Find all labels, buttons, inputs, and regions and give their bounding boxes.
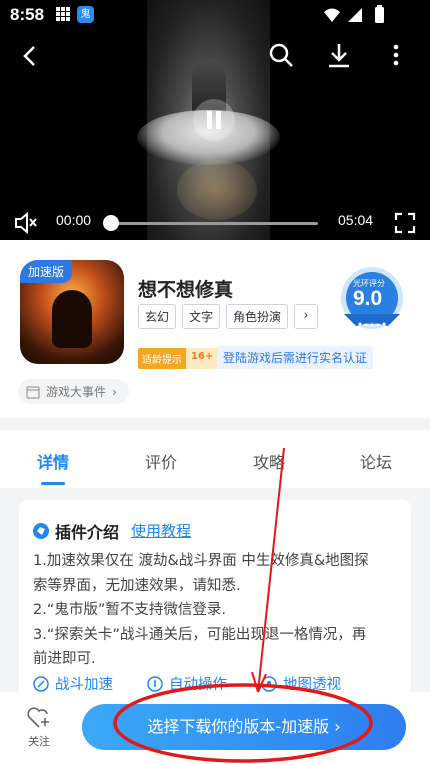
fullscreen-icon[interactable] bbox=[394, 212, 416, 234]
tags-more-chevron-icon[interactable]: › bbox=[294, 304, 319, 329]
app-icon-tag: 加速版 bbox=[20, 260, 73, 283]
rocket-icon bbox=[33, 675, 49, 692]
status-bar: 8:58 鬼 bbox=[0, 0, 430, 30]
hand-icon bbox=[147, 675, 163, 692]
status-time: 8:58 bbox=[10, 5, 45, 24]
app-icon-figure bbox=[52, 290, 92, 348]
pause-icon[interactable] bbox=[193, 99, 235, 141]
heart-plus-icon bbox=[27, 707, 49, 728]
plugin-intro-card: 插件介绍 使用教程 1.加速效果仅在 渡劫&战斗界面 中生效修真&地图探 索等界… bbox=[19, 500, 411, 700]
more-vertical-icon[interactable] bbox=[390, 43, 402, 67]
app-info-section: 加速版 想不想修真 玄幻 文字 角色扮演 › 适龄提示 16+ 登陆游戏后需进行… bbox=[0, 240, 430, 418]
plugin-description: 1.加速效果仅在 渡劫&战斗界面 中生效修真&地图探 索等界面，无加速效果，请知… bbox=[33, 549, 399, 672]
feature-label: 地图透视 bbox=[283, 677, 341, 693]
desc-line: 2.“鬼市版”暂不支持微信登录. bbox=[33, 602, 226, 618]
calendar-icon bbox=[26, 386, 40, 398]
tab-details[interactable]: 详情 bbox=[37, 449, 69, 473]
tag-item[interactable]: 角色扮演 bbox=[226, 304, 289, 329]
app-title: 想不想修真 bbox=[138, 279, 234, 301]
feature-label: 自动操作 bbox=[169, 677, 227, 693]
tab-guides[interactable]: 攻略 bbox=[253, 449, 285, 473]
game-events-button[interactable]: 游戏大事件 › bbox=[18, 379, 129, 404]
tag-item[interactable]: 文字 bbox=[182, 304, 221, 329]
tab-active-indicator bbox=[41, 482, 65, 485]
age-label: 适龄提示 bbox=[138, 348, 186, 369]
desc-line: 3.“探索关卡”战斗通关后，可能出现退一格情况，再 bbox=[33, 626, 367, 643]
plugin-features: 战斗加速 自动操作 地图透视 bbox=[33, 673, 341, 694]
back-arrow-icon[interactable] bbox=[18, 44, 42, 68]
bottom-action-bar: 关注 选择下载你的版本-加速版 › bbox=[0, 692, 430, 764]
search-icon[interactable] bbox=[268, 42, 294, 68]
feature-label: 战斗加速 bbox=[55, 677, 113, 693]
tutorial-link[interactable]: 使用教程 bbox=[131, 520, 191, 541]
tab-bar: 详情 评价 攻略 论坛 bbox=[0, 430, 430, 488]
tab-reviews[interactable]: 评价 bbox=[145, 449, 177, 473]
app-tags: 玄幻 文字 角色扮演 › bbox=[138, 304, 319, 329]
feature-map-reveal[interactable]: 地图透视 bbox=[261, 673, 341, 694]
desc-line: 索等界面，无加速效果，请知悉. bbox=[33, 577, 241, 594]
video-progress-track[interactable] bbox=[110, 222, 318, 225]
download-version-button[interactable]: 选择下载你的版本-加速版 › bbox=[82, 704, 406, 750]
feature-auto-operate[interactable]: 自动操作 bbox=[147, 673, 227, 694]
desc-line: 1.加速效果仅在 渡劫&战斗界面 中生效修真&地图探 bbox=[33, 553, 369, 569]
tag-item[interactable]: 玄幻 bbox=[138, 304, 177, 329]
age-value: 16+ bbox=[186, 348, 219, 369]
grid-icon bbox=[56, 7, 70, 21]
plugin-title-text: 插件介绍 bbox=[55, 523, 120, 542]
video-current-time: 00:00 bbox=[56, 212, 92, 228]
plugin-icon bbox=[33, 523, 49, 539]
desc-line: 前进即可. bbox=[33, 651, 96, 667]
age-rating[interactable]: 适龄提示 16+ bbox=[138, 348, 219, 369]
follow-label: 关注 bbox=[28, 735, 50, 748]
app-notification-icon: 鬼 bbox=[77, 6, 94, 23]
mute-icon[interactable] bbox=[14, 212, 38, 234]
video-progress-knob[interactable] bbox=[103, 215, 119, 231]
game-events-label: 游戏大事件 bbox=[46, 385, 107, 399]
map-icon bbox=[261, 675, 277, 692]
tab-forum[interactable]: 论坛 bbox=[360, 449, 392, 473]
plugin-title: 插件介绍 bbox=[33, 519, 119, 543]
feature-battle-speed[interactable]: 战斗加速 bbox=[33, 673, 113, 694]
follow-button[interactable]: 关注 bbox=[24, 706, 54, 749]
app-icon: 加速版 bbox=[20, 260, 124, 364]
realname-note: 登陆游戏后需进行实名认证 bbox=[217, 346, 374, 369]
wifi-signal-battery-icon bbox=[324, 5, 384, 23]
chevron-right-icon: › bbox=[112, 384, 117, 399]
video-glow bbox=[177, 160, 257, 220]
video-player[interactable]: 8:58 鬼 00:00 05:04 bbox=[0, 0, 430, 240]
rating-value: 9.0 bbox=[353, 287, 383, 310]
download-icon[interactable] bbox=[326, 42, 352, 68]
video-duration: 05:04 bbox=[338, 212, 374, 228]
